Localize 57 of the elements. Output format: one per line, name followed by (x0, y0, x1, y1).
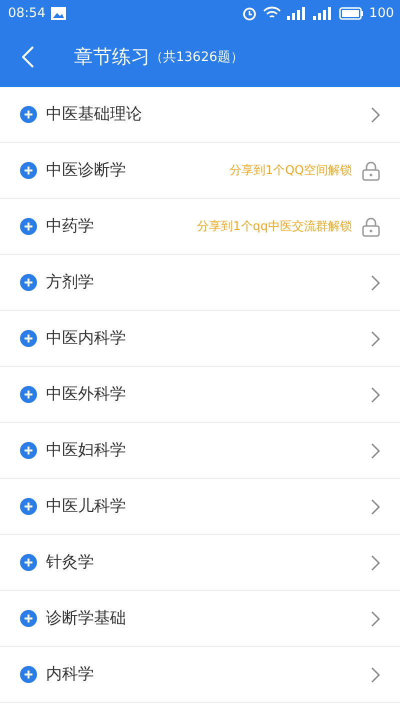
chapter-title: 中医外科学 (46, 384, 127, 405)
chapter-row[interactable]: 方剂学 (0, 255, 400, 311)
chevron-right-icon (371, 554, 380, 570)
chapter-row[interactable]: 中医外科学 (0, 367, 400, 423)
status-time: 08:54 (8, 6, 46, 20)
chapter-title: 方剂学 (46, 272, 95, 293)
lock-icon (362, 216, 380, 236)
chapter-title: 中医基础理论 (46, 104, 143, 125)
chapter-row[interactable]: 中医内科学 (0, 311, 400, 367)
plus-icon (20, 498, 37, 515)
unlock-hint: 分享到1个QQ空间解锁 (229, 162, 352, 179)
chapter-title: 内科学 (46, 664, 95, 685)
chapter-row[interactable]: 中药学 分享到1个qq中医交流群解锁 (0, 199, 400, 255)
back-icon[interactable] (22, 46, 34, 68)
chapter-title: 诊断学基础 (46, 608, 127, 629)
chapter-row[interactable]: 诊断学基础 (0, 591, 400, 647)
chapter-row[interactable]: 内科学 (0, 647, 400, 703)
plus-icon (20, 610, 37, 627)
chevron-right-icon (371, 106, 380, 122)
chevron-right-icon (371, 274, 380, 290)
lock-icon (362, 160, 380, 180)
battery-level: 100 (369, 6, 394, 20)
chapter-title: 中医内科学 (46, 328, 127, 349)
chapter-title: 中医妇科学 (46, 440, 127, 461)
chapter-title: 中医诊断学 (46, 160, 127, 181)
chevron-right-icon (371, 330, 380, 346)
chevron-right-icon (371, 610, 380, 626)
alarm-icon (242, 6, 258, 20)
chapter-title: 中药学 (46, 216, 95, 237)
image-icon (51, 6, 66, 20)
plus-icon (20, 106, 37, 123)
plus-icon (20, 162, 37, 179)
chapter-row[interactable]: 中医儿科学 (0, 479, 400, 535)
battery-icon (339, 6, 364, 20)
chapter-row[interactable]: 中医妇科学 (0, 423, 400, 479)
chapter-row[interactable]: 针灸学 (0, 535, 400, 591)
chapter-title: 中医儿科学 (46, 496, 127, 517)
question-count: （共13626题） (150, 48, 244, 66)
chapter-row[interactable]: 中医基础理论 (0, 87, 400, 143)
plus-icon (20, 666, 37, 683)
plus-icon (20, 330, 37, 347)
chapter-row[interactable]: 中医诊断学 分享到1个QQ空间解锁 (0, 143, 400, 199)
signal-icon (287, 6, 308, 20)
plus-icon (20, 386, 37, 403)
chevron-right-icon (371, 386, 380, 402)
chevron-right-icon (371, 666, 380, 682)
page-title: 章节练习 (74, 44, 150, 70)
signal-icon (313, 6, 334, 20)
chevron-right-icon (371, 498, 380, 514)
wifi-icon (263, 6, 282, 20)
chevron-right-icon (371, 442, 380, 458)
plus-icon (20, 554, 37, 571)
plus-icon (20, 274, 37, 291)
unlock-hint: 分享到1个qq中医交流群解锁 (197, 218, 352, 235)
chapter-title: 针灸学 (46, 552, 95, 573)
plus-icon (20, 218, 37, 235)
plus-icon (20, 442, 37, 459)
